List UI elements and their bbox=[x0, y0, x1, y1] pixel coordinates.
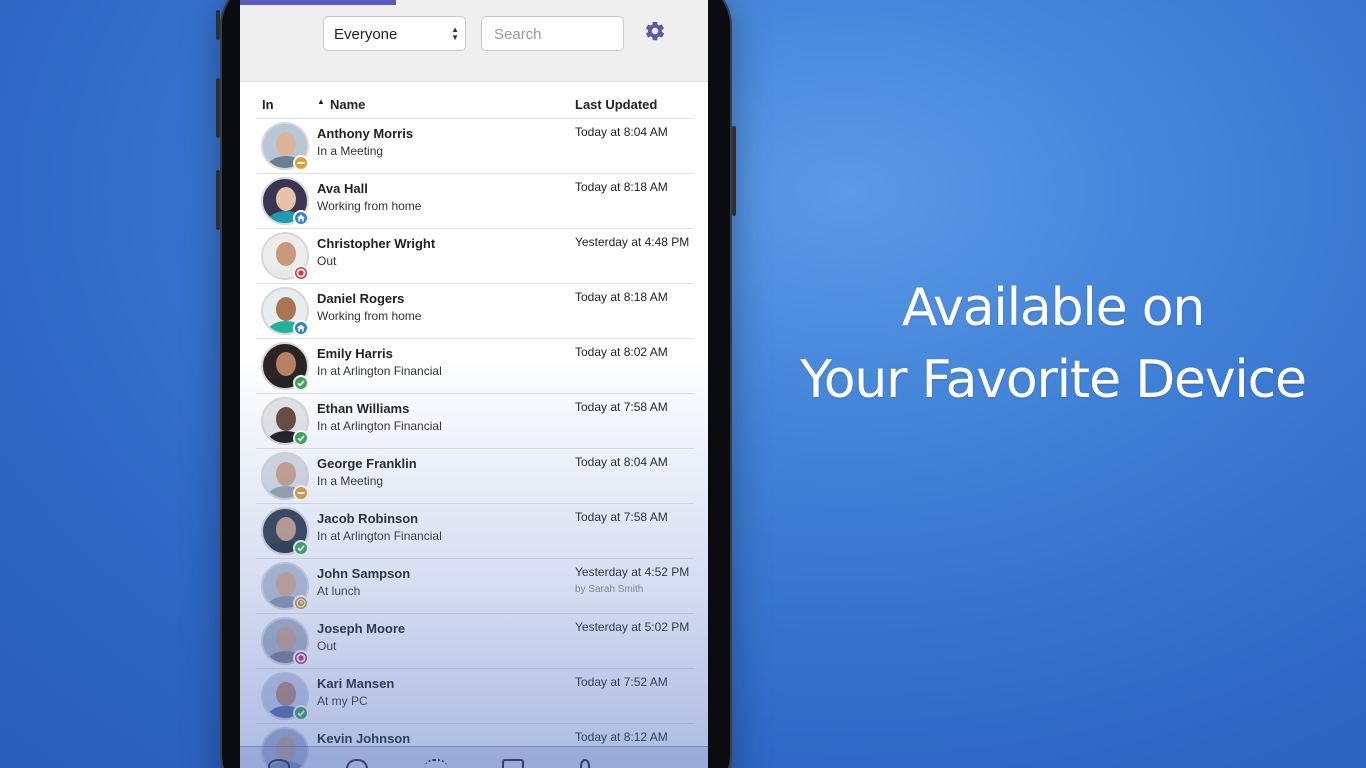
avatar-face bbox=[276, 682, 296, 706]
headline-line-1: Available on bbox=[901, 278, 1205, 338]
last-updated: Yesterday at 5:02 PM bbox=[575, 620, 690, 634]
person-status: Out bbox=[317, 639, 337, 653]
power-button bbox=[732, 126, 736, 216]
person-name: John Sampson bbox=[317, 566, 411, 581]
promo-headline: Available on Your Favorite Device bbox=[740, 272, 1366, 416]
out-status-icon bbox=[293, 650, 309, 666]
last-updated: Today at 8:18 AM bbox=[575, 180, 668, 194]
last-updated: Yesterday at 4:48 PM bbox=[575, 235, 690, 249]
tab-chat-icon[interactable] bbox=[346, 759, 368, 768]
person-name: Joseph Moore bbox=[317, 621, 406, 636]
person-name: Daniel Rogers bbox=[317, 291, 405, 306]
last-updated: Today at 8:04 AM bbox=[575, 125, 668, 139]
person-status: In at Arlington Financial bbox=[317, 419, 442, 433]
home-status-icon bbox=[293, 320, 309, 336]
person-status: In a Meeting bbox=[317, 474, 384, 488]
group-filter-value: Everyone bbox=[334, 26, 398, 43]
person-status: In a Meeting bbox=[317, 144, 384, 158]
person-row[interactable]: George Franklin In a Meeting Today at 8:… bbox=[256, 449, 694, 504]
group-filter-select[interactable]: Everyone ▲ ▼ bbox=[323, 16, 466, 51]
last-updated: Today at 8:12 AM bbox=[575, 730, 668, 744]
tab-groups-icon[interactable] bbox=[424, 759, 448, 768]
avatar-face bbox=[276, 407, 296, 431]
person-row[interactable]: Ava Hall Working from home Today at 8:18… bbox=[256, 174, 694, 229]
person-status: In at Arlington Financial bbox=[317, 529, 442, 543]
in-status-icon bbox=[293, 540, 309, 556]
last-updated: Today at 7:52 AM bbox=[575, 675, 668, 689]
tab-search-icon[interactable] bbox=[268, 759, 290, 768]
person-status: Working from home bbox=[317, 309, 422, 323]
person-name: Emily Harris bbox=[317, 346, 393, 361]
person-name: Ava Hall bbox=[317, 181, 368, 196]
in-status-icon bbox=[293, 375, 309, 391]
person-name: Kari Mansen bbox=[317, 676, 395, 691]
person-status: Out bbox=[317, 254, 337, 268]
select-arrows-icon: ▲ ▼ bbox=[451, 25, 459, 42]
person-status: Working from home bbox=[317, 199, 422, 213]
avatar-face bbox=[276, 572, 296, 596]
person-name: Kevin Johnson bbox=[317, 731, 411, 746]
active-tab-indicator bbox=[240, 0, 396, 5]
column-name[interactable]: Name bbox=[330, 97, 365, 112]
person-row[interactable]: Joseph Moore Out Yesterday at 5:02 PM bbox=[256, 614, 694, 669]
people-table: In ▲ Name Last Updated Anthony Morris In… bbox=[256, 86, 694, 768]
person-row[interactable]: Jacob Robinson In at Arlington Financial… bbox=[256, 504, 694, 559]
person-status: In at Arlington Financial bbox=[317, 364, 442, 378]
clock-status-icon bbox=[293, 595, 309, 611]
bottom-tab-bar bbox=[240, 746, 708, 768]
volume-down-button bbox=[216, 170, 220, 230]
tab-profile-icon[interactable] bbox=[580, 759, 590, 768]
search-placeholder: Search bbox=[494, 26, 542, 43]
tab-board-icon[interactable] bbox=[502, 759, 524, 768]
person-status: At my PC bbox=[317, 694, 368, 708]
last-updated: Yesterday at 4:52 PM bbox=[575, 565, 690, 579]
phone-screen: Everyone ▲ ▼ Search In ▲ Name Last Update… bbox=[240, 0, 708, 768]
avatar-face bbox=[276, 517, 296, 541]
sort-ascending-icon: ▲ bbox=[317, 97, 325, 106]
out-status-icon bbox=[293, 265, 309, 281]
avatar-face bbox=[276, 627, 296, 651]
filter-toolbar: Everyone ▲ ▼ Search bbox=[240, 0, 708, 82]
person-row[interactable]: Kari Mansen At my PC Today at 7:52 AM bbox=[256, 669, 694, 724]
search-input[interactable]: Search bbox=[481, 16, 624, 51]
last-updated: Today at 8:02 AM bbox=[575, 345, 668, 359]
mute-switch bbox=[216, 10, 220, 40]
avatar-face bbox=[276, 187, 296, 211]
last-updated: Today at 8:18 AM bbox=[575, 290, 668, 304]
people-list: Anthony Morris In a Meeting Today at 8:0… bbox=[256, 119, 694, 768]
in-status-icon bbox=[293, 705, 309, 721]
column-in[interactable]: In bbox=[262, 97, 274, 112]
person-status: At lunch bbox=[317, 584, 361, 598]
home-status-icon bbox=[293, 210, 309, 226]
avatar-face bbox=[276, 132, 296, 156]
headline-line-2: Your Favorite Device bbox=[800, 350, 1307, 410]
person-row[interactable]: Christopher Wright Out Yesterday at 4:48… bbox=[256, 229, 694, 284]
person-name: Christopher Wright bbox=[317, 236, 436, 251]
avatar-face bbox=[276, 352, 296, 376]
last-updated: Today at 7:58 AM bbox=[575, 400, 668, 414]
avatar-face bbox=[276, 297, 296, 321]
avatar-face bbox=[276, 462, 296, 486]
person-row[interactable]: Ethan Williams In at Arlington Financial… bbox=[256, 394, 694, 449]
busy-status-icon bbox=[293, 485, 309, 501]
person-name: Anthony Morris bbox=[317, 126, 414, 141]
person-row[interactable]: Emily Harris In at Arlington Financial T… bbox=[256, 339, 694, 394]
person-name: Ethan Williams bbox=[317, 401, 410, 416]
person-row[interactable]: Anthony Morris In a Meeting Today at 8:0… bbox=[256, 119, 694, 174]
person-name: George Franklin bbox=[317, 456, 417, 471]
person-name: Jacob Robinson bbox=[317, 511, 419, 526]
avatar-face bbox=[276, 242, 296, 266]
busy-status-icon bbox=[293, 155, 309, 171]
volume-up-button bbox=[216, 78, 220, 138]
table-header: In ▲ Name Last Updated bbox=[256, 86, 694, 119]
in-status-icon bbox=[293, 430, 309, 446]
column-last-updated[interactable]: Last Updated bbox=[575, 97, 657, 112]
last-updated: Today at 8:04 AM bbox=[575, 455, 668, 469]
last-updated: Today at 7:58 AM bbox=[575, 510, 668, 524]
person-row[interactable]: Daniel Rogers Working from home Today at… bbox=[256, 284, 694, 339]
person-row[interactable]: John Sampson At lunch Yesterday at 4:52 … bbox=[256, 559, 694, 614]
updated-by: by Sarah Smith bbox=[575, 584, 644, 595]
gear-icon[interactable] bbox=[644, 20, 666, 42]
